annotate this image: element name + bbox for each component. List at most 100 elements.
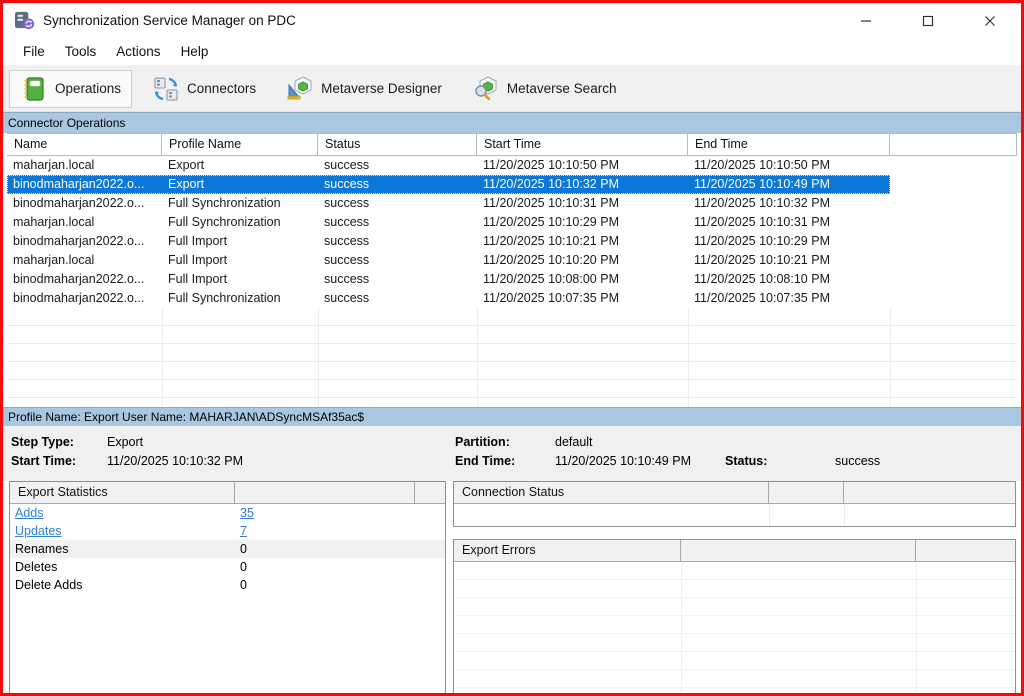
cell-name: binodmaharjan2022.o... bbox=[7, 270, 162, 289]
cell-status: success bbox=[318, 289, 477, 308]
renames-count: 0 bbox=[235, 542, 415, 556]
cell-empty bbox=[890, 156, 1017, 175]
export-errors-header-empty bbox=[681, 540, 916, 561]
grid-line bbox=[916, 562, 917, 693]
export-statistics-header-label: Export Statistics bbox=[10, 482, 235, 503]
grid-line bbox=[890, 308, 891, 407]
updates-count-link[interactable]: 7 bbox=[240, 524, 247, 538]
menu-help[interactable]: Help bbox=[171, 40, 219, 63]
cell-empty bbox=[890, 289, 1017, 308]
column-header-start-time[interactable]: Start Time bbox=[477, 134, 688, 155]
operations-journal-icon bbox=[20, 75, 48, 103]
renames-label: Renames bbox=[10, 542, 235, 556]
export-errors-header-empty bbox=[916, 540, 1015, 561]
export-statistics-pane: Export Statistics Adds 35 Updates 7 Rena… bbox=[9, 481, 446, 693]
cell-profile: Full Import bbox=[162, 232, 318, 251]
table-row[interactable]: binodmaharjan2022.o... Full Synchronizat… bbox=[7, 194, 1017, 213]
cell-profile: Full Import bbox=[162, 251, 318, 270]
bottom-panes: Export Statistics Adds 35 Updates 7 Rena… bbox=[3, 481, 1021, 693]
column-header-empty[interactable] bbox=[890, 134, 1017, 155]
toolbar: Operations Connectors bbox=[3, 66, 1021, 112]
stat-row-renames: Renames 0 bbox=[10, 540, 445, 558]
cell-start-time: 11/20/2025 10:10:50 PM bbox=[477, 156, 688, 175]
empty-rows-area[interactable] bbox=[7, 308, 1017, 407]
cell-empty bbox=[890, 251, 1017, 270]
connectors-button[interactable]: Connectors bbox=[142, 70, 266, 108]
cell-status: success bbox=[318, 194, 477, 213]
connection-status-header-empty bbox=[844, 482, 1015, 503]
end-time-label: End Time: bbox=[455, 454, 555, 468]
operations-list-header: Name Profile Name Status Start Time End … bbox=[7, 133, 1017, 156]
cell-status: success bbox=[318, 213, 477, 232]
export-errors-empty-area[interactable] bbox=[454, 562, 1015, 693]
status-label: Status: bbox=[725, 454, 825, 468]
cell-name: binodmaharjan2022.o... bbox=[7, 175, 162, 194]
grid-line bbox=[162, 308, 163, 407]
delete-adds-count: 0 bbox=[235, 578, 415, 592]
metaverse-search-button-label: Metaverse Search bbox=[507, 81, 617, 96]
metaverse-designer-button[interactable]: Metaverse Designer bbox=[276, 70, 452, 108]
connector-operations-caption: Connector Operations bbox=[3, 112, 1021, 133]
run-details-panel: Step Type: Export Start Time: 11/20/2025… bbox=[3, 426, 1021, 481]
cell-start-time: 11/20/2025 10:10:20 PM bbox=[477, 251, 688, 270]
right-panes: Connection Status Export Errors bbox=[453, 481, 1016, 693]
export-statistics-header-empty bbox=[235, 482, 415, 503]
table-row[interactable]: maharjan.local Full Import success 11/20… bbox=[7, 251, 1017, 270]
start-time-label: Start Time: bbox=[11, 454, 107, 468]
column-header-name[interactable]: Name bbox=[7, 134, 162, 155]
grid-line bbox=[681, 562, 682, 693]
connection-status-empty-area[interactable] bbox=[454, 504, 1015, 526]
operations-button[interactable]: Operations bbox=[9, 70, 132, 108]
menu-file[interactable]: File bbox=[13, 40, 55, 63]
cell-profile: Full Synchronization bbox=[162, 194, 318, 213]
stat-row-delete-adds: Delete Adds 0 bbox=[10, 576, 445, 594]
metaverse-designer-button-label: Metaverse Designer bbox=[321, 81, 442, 96]
window-title: Synchronization Service Manager on PDC bbox=[43, 13, 296, 28]
table-row[interactable]: binodmaharjan2022.o... Full Import succe… bbox=[7, 232, 1017, 251]
window-frame: Synchronization Service Manager on PDC F… bbox=[0, 0, 1024, 696]
cell-start-time: 11/20/2025 10:07:35 PM bbox=[477, 289, 688, 308]
status-value: success bbox=[835, 454, 880, 468]
table-row-selected[interactable]: binodmaharjan2022.o... Export success 11… bbox=[7, 175, 1017, 194]
operations-list: Name Profile Name Status Start Time End … bbox=[3, 133, 1021, 407]
cell-end-time: 11/20/2025 10:07:35 PM bbox=[688, 289, 890, 308]
minimize-button[interactable] bbox=[835, 3, 897, 38]
partition-value: default bbox=[555, 435, 711, 449]
table-row[interactable]: maharjan.local Export success 11/20/2025… bbox=[7, 156, 1017, 175]
menu-actions[interactable]: Actions bbox=[106, 40, 170, 63]
stat-row-updates: Updates 7 bbox=[10, 522, 445, 540]
connector-operations-caption-label: Connector Operations bbox=[8, 116, 125, 130]
cell-start-time: 11/20/2025 10:10:31 PM bbox=[477, 194, 688, 213]
column-header-status[interactable]: Status bbox=[318, 134, 477, 155]
run-details-right: Partition: default End Time: 11/20/2025 … bbox=[455, 432, 880, 470]
grid-line bbox=[769, 504, 770, 526]
table-row[interactable]: binodmaharjan2022.o... Full Import succe… bbox=[7, 270, 1017, 289]
stat-row-deletes: Deletes 0 bbox=[10, 558, 445, 576]
adds-count-link[interactable]: 35 bbox=[240, 506, 254, 520]
menu-tools[interactable]: Tools bbox=[55, 40, 107, 63]
metaverse-search-icon bbox=[472, 75, 500, 103]
table-row[interactable]: maharjan.local Full Synchronization succ… bbox=[7, 213, 1017, 232]
cell-start-time: 11/20/2025 10:10:32 PM bbox=[477, 175, 688, 194]
stat-row-adds: Adds 35 bbox=[10, 504, 445, 522]
start-time-value: 11/20/2025 10:10:32 PM bbox=[107, 454, 243, 468]
cell-status: success bbox=[318, 270, 477, 289]
updates-link[interactable]: Updates bbox=[15, 524, 62, 538]
column-header-end-time[interactable]: End Time bbox=[688, 134, 890, 155]
connectors-icon bbox=[152, 75, 180, 103]
adds-link[interactable]: Adds bbox=[15, 506, 44, 520]
cell-profile: Full Import bbox=[162, 270, 318, 289]
export-errors-pane: Export Errors bbox=[453, 539, 1016, 693]
column-header-profile-name[interactable]: Profile Name bbox=[162, 134, 318, 155]
table-row[interactable]: binodmaharjan2022.o... Full Synchronizat… bbox=[7, 289, 1017, 308]
cell-status: success bbox=[318, 156, 477, 175]
cell-name: binodmaharjan2022.o... bbox=[7, 194, 162, 213]
maximize-button[interactable] bbox=[897, 3, 959, 38]
cell-start-time: 11/20/2025 10:08:00 PM bbox=[477, 270, 688, 289]
grid-line bbox=[318, 308, 319, 407]
cell-empty bbox=[890, 232, 1017, 251]
grid-line bbox=[844, 504, 845, 526]
close-button[interactable] bbox=[959, 3, 1021, 38]
metaverse-search-button[interactable]: Metaverse Search bbox=[462, 70, 627, 108]
end-time-value: 11/20/2025 10:10:49 PM bbox=[555, 454, 711, 468]
